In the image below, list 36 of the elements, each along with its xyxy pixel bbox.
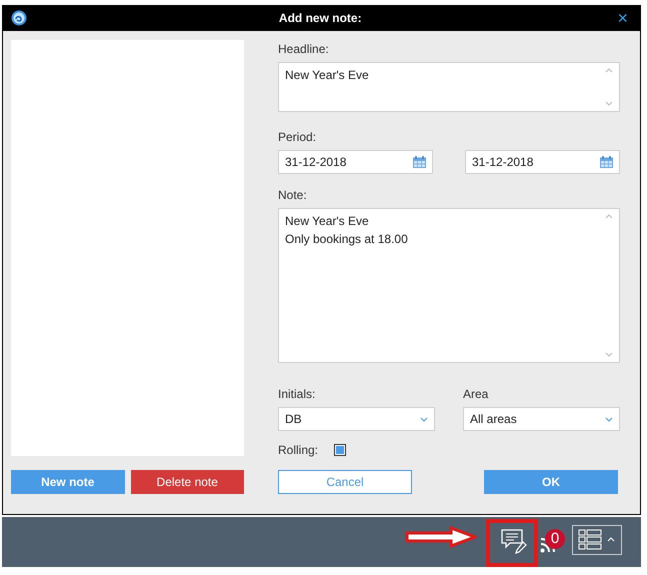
highlight-frame [486,519,538,567]
field-value: 31-12-2018 [472,154,534,171]
scroll-up-icon[interactable] [605,214,613,219]
window-title: Add new note: [278,10,363,27]
field-label: Area [463,386,490,403]
field-value: New Year's Eve Only bookings at 18.00 [285,213,409,248]
text-area[interactable]: New Year's Eve Only bookings at 18.00 [278,208,620,363]
text-area[interactable]: New Year's Eve [278,62,620,112]
scroll-down-icon[interactable] [605,352,613,357]
field-label: Initials: [278,386,316,403]
date-field[interactable]: 31-12-2018 [465,150,620,174]
field-value: 31-12-2018 [285,154,348,171]
caret-icon[interactable] [420,416,428,422]
close-button[interactable]: × [613,9,632,27]
dropdown-field[interactable]: DB [278,407,435,431]
calendar-icon[interactable] [413,156,426,168]
dropdown-field[interactable]: All areas [463,407,620,431]
field-label: Headline: [278,41,330,58]
scroll-up-icon[interactable] [605,68,613,73]
date-field[interactable]: 31-12-2018 [278,150,433,174]
field-value: DB [285,411,303,428]
checkbox[interactable] [334,444,346,456]
field-label: Rolling: [278,442,318,459]
arrow-icon [405,526,477,548]
field-value: All areas [470,411,518,428]
field-label: Note: [278,187,308,204]
chat-note-icon[interactable] [501,529,527,555]
layout-menu-button[interactable] [572,525,622,555]
calendar-icon[interactable] [600,156,613,168]
delete-button[interactable]: Delete note [130,470,244,494]
caret-icon[interactable] [605,416,613,422]
field-value: New Year's Eve [285,67,370,84]
scroll-down-icon[interactable] [605,101,613,106]
app-logo-icon [11,10,27,26]
notification-badge: 0 [545,529,565,549]
field-label: Period: [278,129,318,146]
